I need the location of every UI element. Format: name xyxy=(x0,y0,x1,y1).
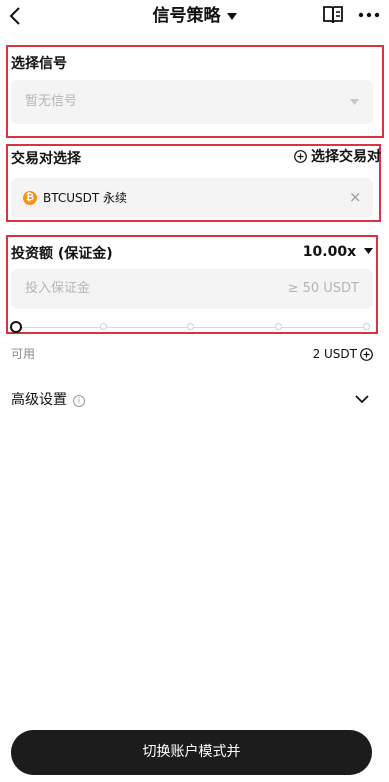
switch-account-mode-button[interactable]: 切换账户模式并 xyxy=(11,730,372,775)
more-icon[interactable] xyxy=(358,12,380,18)
available-value: 2 USDT xyxy=(312,347,357,361)
slider-knob[interactable] xyxy=(10,321,22,333)
leverage-value: 10.00x xyxy=(302,244,357,260)
chevron-down-icon[interactable] xyxy=(355,394,369,404)
selected-pair-label: BTCUSDT 永续 xyxy=(43,191,128,205)
slider-step-25[interactable] xyxy=(100,323,107,330)
select-arrow-icon xyxy=(350,99,359,105)
available-label: 可用 xyxy=(11,347,36,361)
clear-pair-icon[interactable]: × xyxy=(349,190,362,205)
slider-step-100[interactable] xyxy=(363,323,370,330)
signal-label: 选择信号 xyxy=(11,56,67,72)
advanced-settings-toggle[interactable]: 高级设置 i xyxy=(11,391,85,409)
signal-select[interactable]: 暂无信号 xyxy=(11,80,373,124)
margin-placeholder: 投入保证金 xyxy=(25,281,91,296)
dropdown-triangle-icon xyxy=(226,12,237,20)
add-circle-icon xyxy=(294,150,307,163)
slider-step-50[interactable] xyxy=(187,323,194,330)
investment-label: 投资额 (保证金) xyxy=(11,246,113,262)
pair-label: 交易对选择 xyxy=(11,151,81,167)
btc-coin-icon: ₿ xyxy=(23,191,37,205)
signal-placeholder: 暂无信号 xyxy=(25,94,78,109)
top-bar: 信号策略 xyxy=(0,0,389,34)
min-amount-hint: ≥ 50 USDT xyxy=(287,281,359,296)
add-pair-label: 选择交易对 xyxy=(311,149,381,165)
page-title: 信号策略 xyxy=(152,6,221,26)
available-balance: 2 USDT xyxy=(313,346,373,362)
advanced-settings-label: 高级设置 xyxy=(11,392,67,408)
dropdown-triangle-icon xyxy=(364,248,373,254)
leverage-selector[interactable]: 10.00x xyxy=(303,243,373,261)
add-funds-icon[interactable] xyxy=(360,348,373,361)
margin-input[interactable]: 投入保证金 ≥ 50 USDT xyxy=(11,269,373,309)
book-icon[interactable] xyxy=(322,5,344,25)
selected-pair-chip[interactable]: ₿ BTCUSDT 永续 × xyxy=(11,178,373,218)
add-pair-button[interactable]: 选择交易对 xyxy=(294,148,381,166)
info-icon[interactable]: i xyxy=(73,395,85,407)
slider-step-75[interactable] xyxy=(275,323,282,330)
